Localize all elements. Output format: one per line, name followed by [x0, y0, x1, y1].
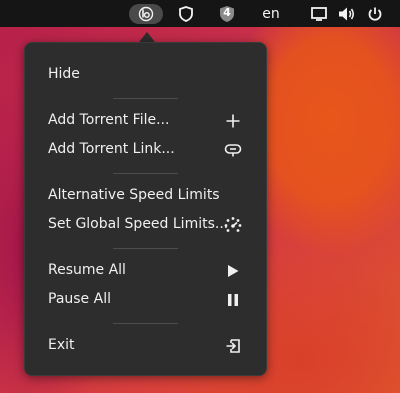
speedometer-icon — [223, 215, 243, 235]
tray-power[interactable] — [366, 0, 384, 27]
pause-icon — [223, 290, 243, 310]
menu-pointer — [139, 32, 155, 42]
play-icon — [223, 261, 243, 281]
qbittorrent-icon[interactable] — [129, 3, 163, 24]
tray-notification-shield[interactable]: 4 — [216, 0, 238, 27]
keyboard-layout[interactable]: en — [256, 0, 286, 27]
tray-volume[interactable] — [337, 0, 357, 27]
shield-icon[interactable] — [179, 5, 193, 22]
menu-item-label: Set Global Speed Limits... — [48, 216, 229, 232]
tray-context-menu: Hide Add Torrent File... Add Torrent Lin… — [24, 42, 267, 376]
menu-item-resume-all[interactable]: Resume All — [25, 257, 266, 285]
plus-icon — [223, 111, 243, 131]
menu-separator — [113, 173, 178, 174]
menu-item-exit[interactable]: Exit — [25, 332, 266, 360]
shield-badge-icon[interactable]: 4 — [218, 5, 236, 23]
tray-screen[interactable] — [310, 0, 328, 27]
menu-item-label: Exit — [48, 337, 75, 353]
top-panel: 4 en — [0, 0, 400, 27]
power-icon[interactable] — [367, 6, 383, 22]
menu-item-add-torrent-file[interactable]: Add Torrent File... — [25, 107, 266, 135]
screen-icon[interactable] — [311, 6, 327, 21]
menu-item-label: Add Torrent Link... — [48, 141, 175, 157]
menu-separator — [113, 98, 178, 99]
menu-item-label: Pause All — [48, 291, 111, 307]
menu-item-label: Add Torrent File... — [48, 112, 170, 128]
exit-icon — [223, 336, 243, 356]
menu-separator — [113, 323, 178, 324]
menu-item-pause-all[interactable]: Pause All — [25, 286, 266, 314]
menu-item-alternative-speed-limits[interactable]: Alternative Speed Limits — [25, 182, 266, 210]
link-icon — [223, 140, 243, 160]
menu-separator — [113, 248, 178, 249]
menu-item-set-global-speed-limits[interactable]: Set Global Speed Limits... — [25, 211, 266, 239]
badge-count: 4 — [223, 5, 231, 19]
menu-item-label: Hide — [48, 66, 80, 82]
menu-item-label: Alternative Speed Limits — [48, 187, 220, 203]
menu-item-add-torrent-link[interactable]: Add Torrent Link... — [25, 136, 266, 164]
menu-item-hide[interactable]: Hide — [25, 61, 266, 89]
tray-shield[interactable] — [176, 0, 196, 27]
tray-qbittorrent[interactable] — [129, 0, 163, 27]
volume-icon[interactable] — [338, 6, 356, 22]
menu-item-label: Resume All — [48, 262, 126, 278]
